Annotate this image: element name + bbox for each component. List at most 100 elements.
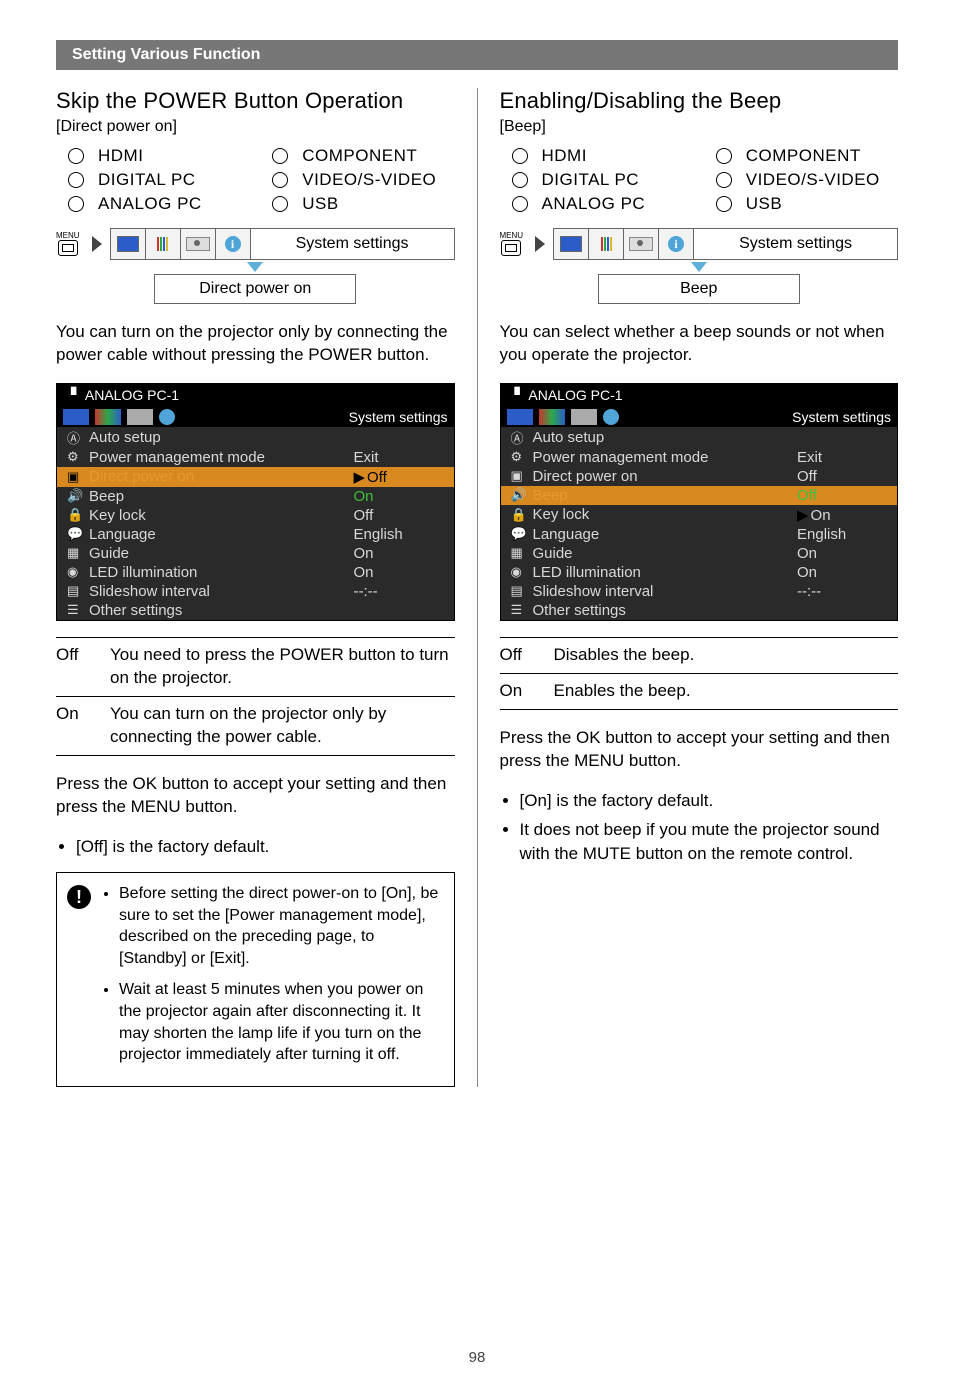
note-item: Wait at least 5 minutes when you power o…: [119, 979, 442, 1065]
right-nav-diagram: MENU i System settings Beep: [500, 228, 899, 304]
left-bracket: [Direct power on]: [56, 118, 455, 136]
osd-row: 🔊BeepOff: [501, 486, 898, 505]
osd-row: ◉LED illuminationOn: [57, 563, 454, 582]
info-icon: i: [668, 236, 684, 252]
osd-row: 🔊 BeepOn: [57, 487, 454, 506]
note-box: ! Before setting the direct power-on to …: [56, 872, 455, 1087]
osd-row-label: Beep: [89, 488, 354, 505]
osd-row: ▣Direct power on▶Off: [57, 467, 454, 487]
arrow-down-icon: [247, 262, 263, 272]
osd-row: ⚙Power management modeExit: [57, 448, 454, 467]
left-input-grid: HDMI COMPONENT DIGITAL PC VIDEO/S-VIDEO …: [56, 146, 455, 214]
input-usb: USB: [704, 194, 898, 214]
osd-tabs: System settings: [501, 407, 898, 427]
option-val: You need to press the POWER button to tu…: [110, 644, 455, 690]
left-column: Skip the POWER Button Operation [Direct …: [56, 88, 478, 1087]
input-label: HDMI: [542, 146, 587, 166]
option-key: Off: [56, 644, 110, 690]
osd-tab-icon: [159, 409, 175, 425]
input-hdmi: HDMI: [56, 146, 250, 166]
osd-row-label: Beep: [533, 487, 798, 504]
menu-icon: MENU: [500, 232, 524, 256]
arrow-right-icon: [92, 236, 102, 252]
option-key: On: [56, 703, 110, 749]
input-label: DIGITAL PC: [542, 170, 640, 190]
menu-icon: MENU: [56, 232, 80, 256]
osd-row-label: Auto setup: [533, 429, 798, 446]
osd-row-icon: ▦: [511, 545, 527, 561]
caution-icon: !: [67, 885, 91, 909]
right-nav-sub: Beep: [598, 274, 800, 304]
osd-row-label: Other settings: [533, 602, 798, 619]
left-options-table: OffYou need to press the POWER button to…: [56, 637, 455, 756]
option-row: OffDisables the beep.: [500, 638, 899, 673]
radio-icon: [68, 172, 84, 188]
menu-label: MENU: [500, 232, 524, 240]
right-options-table: OffDisables the beep. OnEnables the beep…: [500, 637, 899, 710]
option-row: OnEnables the beep.: [500, 673, 899, 709]
option-row: OnYou can turn on the projector only by …: [56, 696, 455, 755]
osd-row-value: ▶Off: [354, 468, 444, 486]
option-val: Enables the beep.: [554, 680, 691, 703]
osd-tab-icon: [127, 409, 153, 425]
osd-title-text: ANALOG PC-1: [85, 387, 179, 403]
input-label: COMPONENT: [746, 146, 861, 166]
osd-row-value: On: [797, 564, 887, 581]
osd-row: ▣Direct power onOff: [501, 467, 898, 486]
osd-tab-icon: [507, 409, 533, 425]
osd-row-value: ▶On: [797, 506, 887, 524]
osd-row-value: Off: [797, 468, 887, 485]
osd-row: 💬LanguageEnglish: [57, 525, 454, 544]
osd-row-icon: ☰: [511, 602, 527, 618]
osd-row-label: Direct power on: [89, 468, 354, 485]
osd-row-label: Guide: [533, 545, 798, 562]
osd-row-icon: ◉: [67, 564, 83, 580]
left-intro: You can turn on the projector only by co…: [56, 320, 455, 367]
input-label: USB: [302, 194, 338, 214]
osd-row-label: Direct power on: [533, 468, 798, 485]
radio-icon: [512, 172, 528, 188]
osd-row-label: LED illumination: [89, 564, 354, 581]
osd-row-value: On: [354, 488, 444, 505]
camera-icon: [629, 237, 653, 251]
osd-row: 🔒Key lock▶On: [501, 505, 898, 525]
radio-icon: [716, 196, 732, 212]
osd-row: 💬LanguageEnglish: [501, 525, 898, 544]
osd-row-icon: ▤: [67, 583, 83, 599]
osd-title: ▘ ANALOG PC-1: [57, 384, 454, 407]
input-label: ANALOG PC: [542, 194, 646, 214]
input-label: DIGITAL PC: [98, 170, 196, 190]
input-video-svideo: VIDEO/S-VIDEO: [704, 170, 898, 190]
osd-row-label: Auto setup: [89, 429, 354, 446]
osd-row: 🔒Key lockOff: [57, 506, 454, 525]
osd-row-icon: ▦: [67, 545, 83, 561]
osd-right-label: System settings: [792, 409, 891, 425]
nav-tab-1: [111, 229, 146, 259]
osd-row-icon: 🔊: [67, 488, 83, 504]
osd-row-label: Key lock: [533, 506, 798, 523]
osd-row-icon: ◉: [511, 564, 527, 580]
input-component: COMPONENT: [260, 146, 454, 166]
osd-row: ▤Slideshow interval--:--: [57, 582, 454, 601]
osd-row: ☰ Other settings: [501, 601, 898, 620]
osd-row-label: Language: [533, 526, 798, 543]
osd-tab-icon: [63, 409, 89, 425]
osd-row: Ⓐ Auto setup: [57, 427, 454, 448]
radio-icon: [68, 148, 84, 164]
nav-tab-strip: i: [553, 228, 694, 260]
info-icon: i: [225, 236, 241, 252]
left-press-text: Press the OK button to accept your setti…: [56, 772, 455, 819]
osd-row-value: On: [797, 545, 887, 562]
right-press-text: Press the OK button to accept your setti…: [500, 726, 899, 773]
osd-row-label: Power management mode: [533, 449, 798, 466]
osd-row-icon: Ⓐ: [67, 428, 83, 447]
osd-tabs: System settings: [57, 407, 454, 427]
radio-icon: [68, 196, 84, 212]
note-item: Before setting the direct power-on to [O…: [119, 883, 442, 969]
osd-row: ▦GuideOn: [57, 544, 454, 563]
osd-row-label: Other settings: [89, 602, 354, 619]
osd-right-label: System settings: [349, 409, 448, 425]
left-bullets: [Off] is the factory default.: [56, 835, 455, 858]
osd-row-label: Power management mode: [89, 449, 354, 466]
input-label: VIDEO/S-VIDEO: [746, 170, 880, 190]
